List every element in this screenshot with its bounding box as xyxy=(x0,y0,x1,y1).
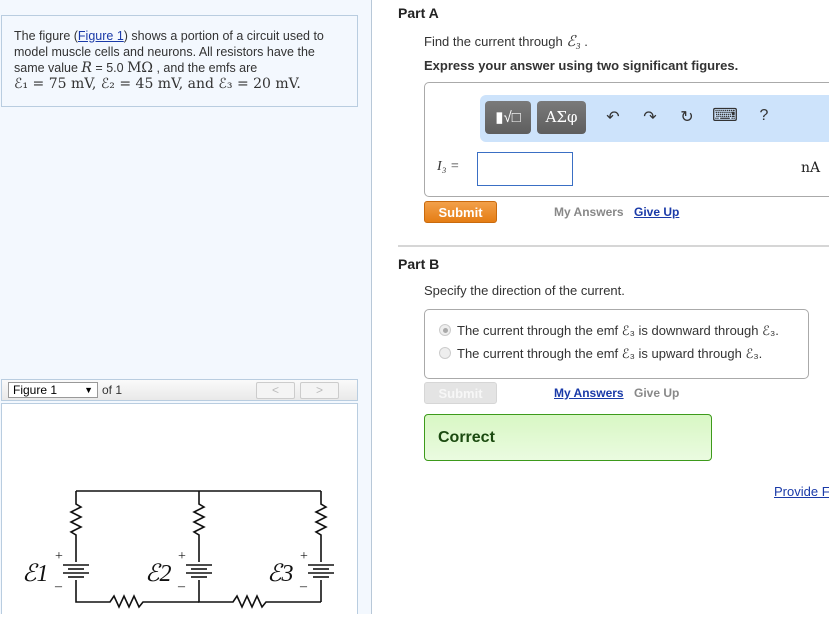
my-answers-link-b[interactable]: My Answers xyxy=(554,386,624,400)
figure-count: of 1 xyxy=(102,383,123,397)
submit-button-a[interactable]: Submit xyxy=(424,201,497,223)
radio-button-selected[interactable] xyxy=(439,324,451,336)
my-answers-link-a[interactable]: My Answers xyxy=(554,205,624,219)
minus-sign-2: – xyxy=(177,579,186,594)
choice-option-downward[interactable]: The current through the emf ℰ₃ is downwa… xyxy=(439,323,779,339)
correct-label: Correct xyxy=(438,429,495,446)
question-suffix: . xyxy=(580,34,588,49)
question-text: Find the current through xyxy=(424,34,567,49)
give-up-link-b[interactable]: Give Up xyxy=(634,386,679,400)
submit-button-b[interactable]: Submit xyxy=(424,382,497,404)
plus-sign-1: + xyxy=(55,549,63,564)
part-a-instruction: Express your answer using two significan… xyxy=(424,58,739,73)
option-label: The current through the emf ℰ₃ is downwa… xyxy=(457,323,779,338)
figure-area: ℰ1 ℰ2 ℰ3 + + + – – – xyxy=(1,403,358,614)
next-figure-button[interactable]: > xyxy=(300,382,339,399)
undo-icon[interactable]: ↶ xyxy=(601,107,625,127)
figure-link[interactable]: Figure 1 xyxy=(78,29,124,43)
part-b-question: Specify the direction of the current. xyxy=(424,283,625,298)
part-a-question: Find the current through ℰ₃ . xyxy=(424,32,588,51)
provide-feedback-link[interactable]: Provide Feedback xyxy=(774,484,829,499)
figure-toolbar: Figure 1 ▼ of 1 < > xyxy=(1,379,358,401)
r-value: = 5.0 xyxy=(91,61,128,75)
minus-sign-3: – xyxy=(299,579,308,594)
equation-toolbar: ▮√□ ΑΣφ ↶ ↷ ↻ ⌨ ? xyxy=(480,95,829,142)
plus-sign-3: + xyxy=(300,549,308,564)
reset-icon[interactable]: ↻ xyxy=(675,107,699,127)
input-label: I₃ = xyxy=(437,159,460,174)
keyboard-icon[interactable]: ⌨ xyxy=(712,105,738,126)
symbols-button[interactable]: ΑΣφ xyxy=(537,101,586,134)
part-b-title: Part B xyxy=(398,256,440,272)
prev-figure-button[interactable]: < xyxy=(256,382,295,399)
emf-values: ℰ₁ = 75 mV, ℰ₂ = 45 mV, and ℰ₃ = 20 mV. xyxy=(14,76,301,92)
answer-box: ▮√□ ΑΣφ ↶ ↷ ↻ ⌨ ? I₃ = nA xyxy=(424,82,829,197)
emf-label-1: ℰ1 xyxy=(22,561,49,587)
resistor-2 xyxy=(192,491,206,562)
redo-icon[interactable]: ↷ xyxy=(638,107,662,127)
emf-symbol: ℰ₃ xyxy=(566,34,581,50)
emf-intro: , and the emfs are xyxy=(153,61,258,75)
templates-button[interactable]: ▮√□ xyxy=(485,101,531,134)
option-label: The current through the emf ℰ₃ is upward… xyxy=(457,346,763,361)
unit-label: nA xyxy=(801,160,821,176)
problem-statement: The figure (Figure 1) shows a portion of… xyxy=(1,15,358,107)
emf-label-3: ℰ3 xyxy=(267,561,294,587)
left-panel: The figure (Figure 1) shows a portion of… xyxy=(0,0,372,614)
part-divider xyxy=(398,245,829,247)
figure-select[interactable]: Figure 1 ▼ xyxy=(8,382,98,398)
resistor-3 xyxy=(314,491,328,562)
circuit-diagram: ℰ1 ℰ2 ℰ3 + + + – – – xyxy=(22,490,334,609)
give-up-link-a[interactable]: Give Up xyxy=(634,205,679,219)
part-a-title: Part A xyxy=(398,5,439,21)
r-symbol: R xyxy=(81,60,92,76)
choice-box: The current through the emf ℰ₃ is downwa… xyxy=(424,309,809,379)
figure-select-value: Figure 1 xyxy=(13,383,58,397)
choice-option-upward[interactable]: The current through the emf ℰ₃ is upward… xyxy=(439,346,762,362)
radio-button[interactable] xyxy=(439,347,451,359)
emf-label-2: ℰ2 xyxy=(145,561,172,587)
plus-sign-2: + xyxy=(178,549,186,564)
problem-text-1: The figure ( xyxy=(14,29,78,43)
dropdown-arrow-icon: ▼ xyxy=(84,385,93,395)
answer-input[interactable] xyxy=(477,152,573,186)
resistor-1 xyxy=(69,491,83,562)
r-unit: MΩ xyxy=(127,60,154,76)
correct-feedback: Correct xyxy=(424,414,712,461)
minus-sign-1: – xyxy=(54,579,63,594)
help-icon[interactable]: ? xyxy=(752,107,776,125)
